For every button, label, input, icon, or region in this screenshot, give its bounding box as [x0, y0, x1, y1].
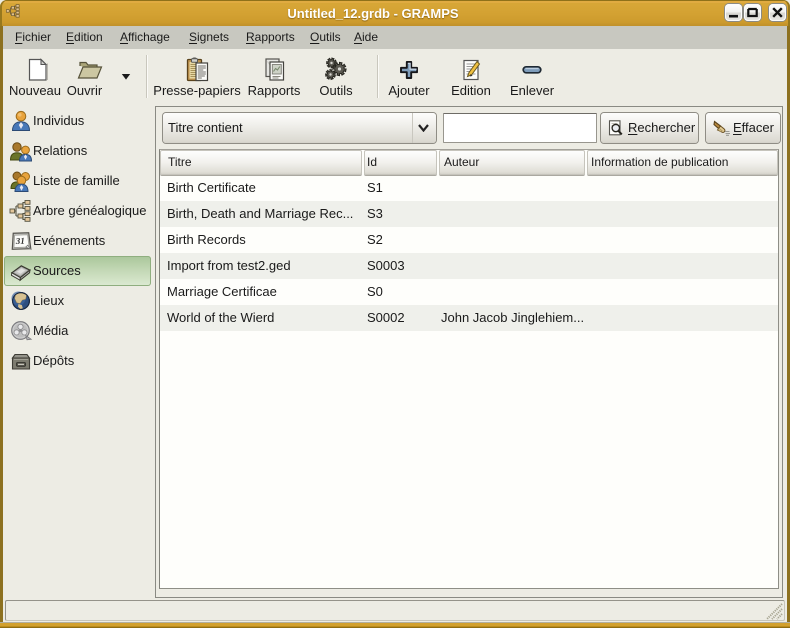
svg-text:31: 31: [15, 236, 25, 246]
